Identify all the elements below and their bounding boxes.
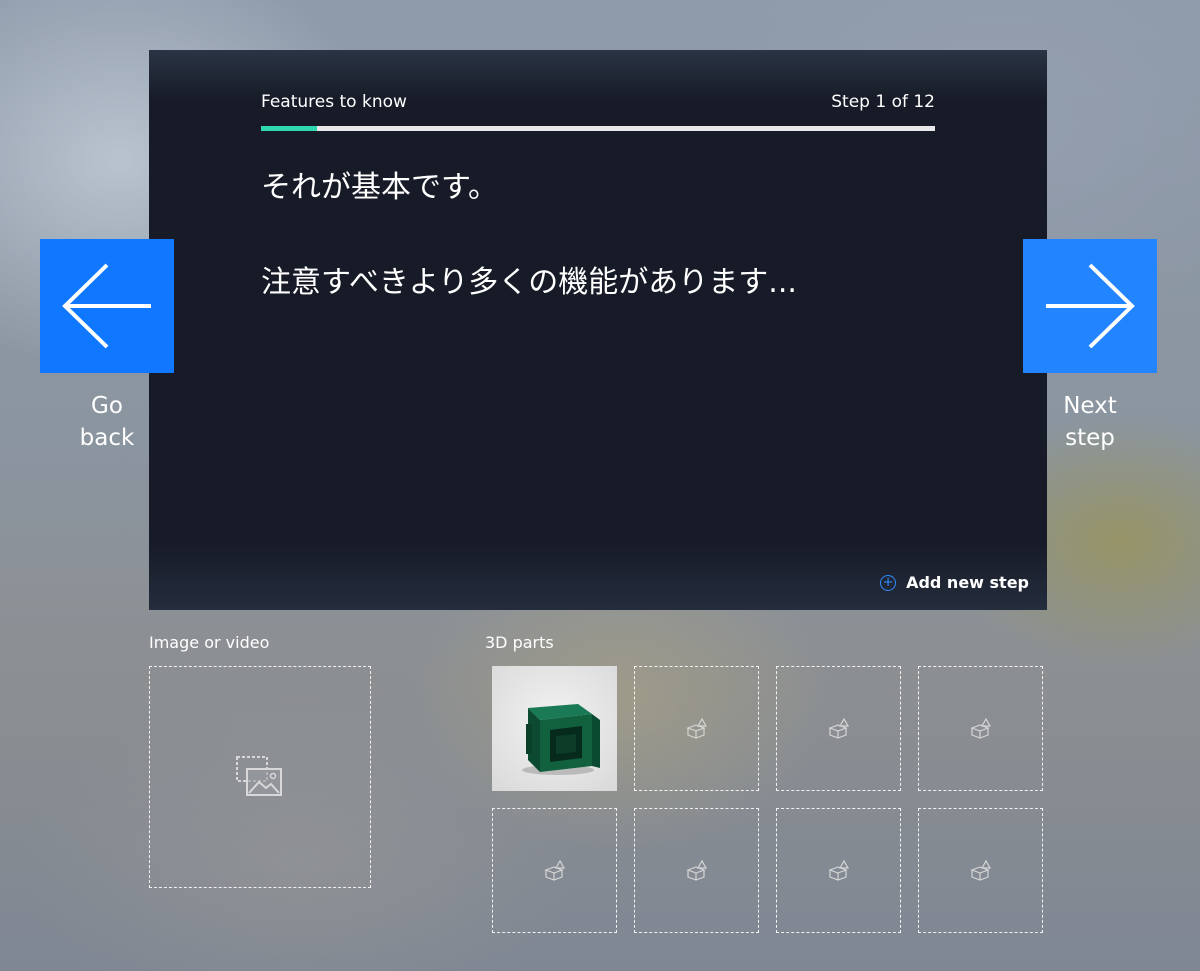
image-or-video-slot[interactable] [149, 666, 371, 888]
3d-part-icon [685, 859, 707, 881]
card-title: Features to know [261, 92, 407, 112]
progress-fill [261, 126, 318, 131]
3d-part-slot-empty[interactable] [492, 808, 617, 933]
3d-part-icon [827, 859, 849, 881]
step-text-line[interactable]: 注意すべきより多くの機能があります... [261, 257, 797, 301]
arrow-right-icon [1046, 263, 1135, 349]
3d-part-icon [685, 717, 707, 739]
3d-part-icon [969, 859, 991, 881]
3d-part-slot-empty[interactable] [918, 808, 1043, 933]
3d-part-slot-empty[interactable] [634, 666, 759, 791]
3d-part-icon [543, 859, 565, 881]
progress-bar [261, 126, 935, 131]
3d-part-slot-empty[interactable] [634, 808, 759, 933]
3d-parts-label: 3D parts [485, 633, 554, 652]
3d-part-slot-empty[interactable] [776, 808, 901, 933]
3d-part-slot-empty[interactable] [776, 666, 901, 791]
add-new-step-label: Add new step [906, 573, 1029, 592]
plus-circle-icon: + [880, 574, 897, 591]
step-card: Features to know Step 1 of 12 それが基本です。 注… [149, 50, 1047, 610]
add-new-step-button[interactable]: + Add new step [880, 573, 1029, 592]
go-back-label[interactable]: Go back [40, 390, 174, 454]
next-step-label[interactable]: Next step [1023, 390, 1157, 454]
3d-part-slot-empty[interactable] [918, 666, 1043, 791]
image-placeholder-icon [236, 756, 282, 796]
arrow-left-icon [62, 263, 151, 349]
image-or-video-label: Image or video [149, 633, 270, 652]
step-text-line[interactable]: それが基本です。 [261, 162, 498, 206]
3d-part-icon [969, 717, 991, 739]
3d-part-slot-filled[interactable] [492, 666, 617, 791]
3d-part-icon [827, 717, 849, 739]
next-step-button[interactable] [1023, 239, 1157, 373]
go-back-button[interactable] [40, 239, 174, 373]
step-counter: Step 1 of 12 [831, 92, 935, 112]
part-thumbnail [521, 703, 600, 775]
